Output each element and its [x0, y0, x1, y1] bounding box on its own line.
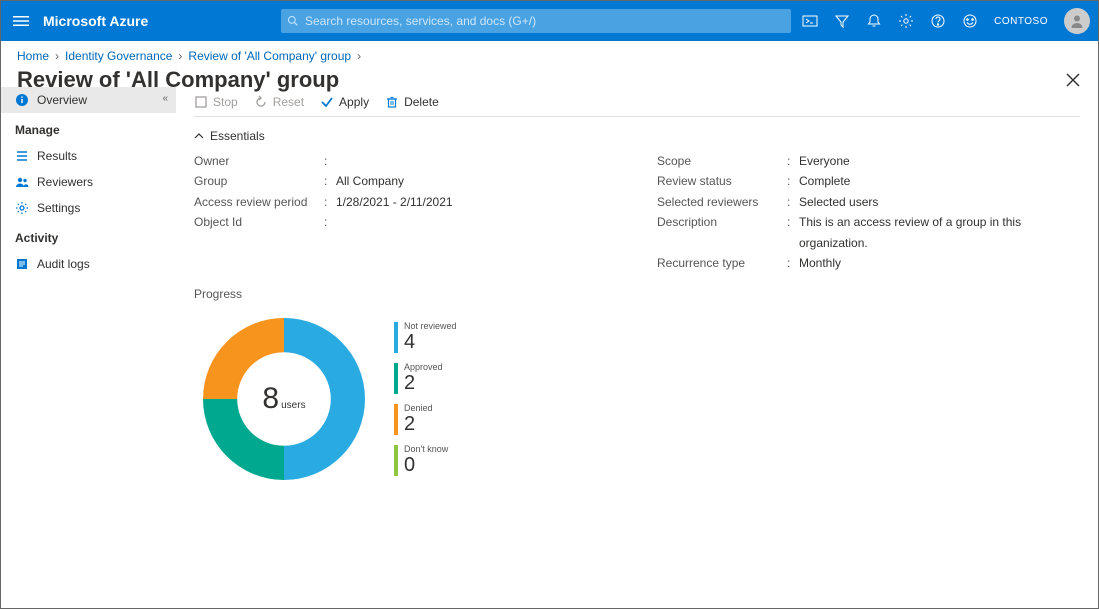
ess-rec-val: Monthly [799, 253, 1080, 273]
global-search[interactable] [281, 9, 791, 33]
ess-owner-key: Owner [194, 151, 324, 171]
legend-item: Approved2 [394, 363, 457, 394]
ess-scope-key: Scope [657, 151, 787, 171]
breadcrumb-level2[interactable]: Identity Governance [65, 49, 172, 63]
ess-desc-key: Description [657, 212, 787, 253]
button-label: Apply [339, 95, 369, 109]
legend-name: Denied [404, 404, 457, 413]
sidebar-heading-activity: Activity [1, 221, 176, 251]
progress-chart: 8 users Not reviewed4Approved2Denied2Don… [194, 309, 1080, 489]
ess-object-val [336, 212, 617, 232]
stop-button[interactable]: Stop [194, 95, 238, 109]
search-input[interactable] [305, 14, 785, 28]
top-bar: Microsoft Azure CONTOSO [1, 1, 1098, 41]
feedback-icon[interactable] [962, 13, 978, 29]
sidebar-item-label: Settings [37, 201, 80, 215]
sidebar: « Overview Manage Results Reviewers Sett… [1, 87, 176, 608]
legend-name: Approved [404, 363, 457, 372]
sidebar-heading-manage: Manage [1, 113, 176, 143]
donut-chart: 8 users [194, 309, 374, 489]
top-icons: CONTOSO [802, 1, 1090, 41]
undo-icon [254, 95, 268, 109]
legend-value: 0 [404, 454, 457, 476]
sidebar-item-reviewers[interactable]: Reviewers [1, 169, 176, 195]
close-icon[interactable] [1066, 73, 1080, 87]
gear-icon [15, 201, 29, 215]
donut-total: 8 [262, 382, 279, 416]
sidebar-item-label: Results [37, 149, 77, 163]
essentials-toggle[interactable]: Essentials [194, 125, 1080, 151]
settings-gear-icon[interactable] [898, 13, 914, 29]
collapse-sidebar-icon[interactable]: « [162, 93, 168, 104]
legend-item: Not reviewed4 [394, 322, 457, 353]
chevron-right-icon: › [55, 49, 59, 63]
people-icon [15, 175, 29, 189]
cloud-shell-icon[interactable] [802, 13, 818, 29]
breadcrumb-home[interactable]: Home [17, 49, 49, 63]
log-icon [15, 257, 29, 271]
ess-period-key: Access review period [194, 192, 324, 212]
ess-object-key: Object Id [194, 212, 324, 232]
tenant-name[interactable]: CONTOSO [994, 16, 1048, 27]
reset-button[interactable]: Reset [254, 95, 304, 109]
legend-item: Don't know0 [394, 445, 457, 476]
ess-rec-key: Recurrence type [657, 253, 787, 273]
legend: Not reviewed4Approved2Denied2Don't know0 [394, 322, 457, 476]
ess-period-val: 1/28/2021 - 2/11/2021 [336, 192, 617, 212]
sidebar-item-overview[interactable]: Overview [1, 87, 176, 113]
legend-value: 2 [404, 413, 457, 435]
notifications-icon[interactable] [866, 13, 882, 29]
donut-center: 8 users [194, 309, 374, 489]
directory-filter-icon[interactable] [834, 13, 850, 29]
donut-total-label: users [281, 400, 305, 411]
sidebar-item-settings[interactable]: Settings [1, 195, 176, 221]
list-icon [15, 149, 29, 163]
help-icon[interactable] [930, 13, 946, 29]
legend-item: Denied2 [394, 404, 457, 435]
brand[interactable]: Microsoft Azure [43, 13, 148, 29]
toolbar: Stop Reset Apply Delete [194, 87, 1080, 117]
delete-button[interactable]: Delete [385, 95, 439, 109]
progress-heading: Progress [194, 287, 1080, 301]
chevron-up-icon [194, 131, 204, 141]
ess-desc-val: This is an access review of a group in t… [799, 212, 1080, 253]
ess-group-val: All Company [336, 171, 617, 191]
ess-status-key: Review status [657, 171, 787, 191]
ess-scope-val: Everyone [799, 151, 1080, 171]
chevron-right-icon: › [357, 49, 361, 63]
ess-status-val: Complete [799, 171, 1080, 191]
ess-reviewers-key: Selected reviewers [657, 192, 787, 212]
sidebar-item-label: Reviewers [37, 175, 93, 189]
menu-icon[interactable] [1, 13, 41, 29]
avatar[interactable] [1064, 8, 1090, 34]
stop-icon [194, 95, 208, 109]
ess-group-key: Group [194, 171, 324, 191]
legend-name: Don't know [404, 445, 457, 454]
trash-icon [385, 95, 399, 109]
button-label: Delete [404, 95, 439, 109]
check-icon [320, 95, 334, 109]
ess-owner-val [336, 151, 617, 171]
chevron-right-icon: › [178, 49, 182, 63]
button-label: Stop [213, 95, 238, 109]
sidebar-item-results[interactable]: Results [1, 143, 176, 169]
apply-button[interactable]: Apply [320, 95, 369, 109]
main-content: Stop Reset Apply Delete Essentials [176, 87, 1098, 608]
info-icon [15, 93, 29, 107]
ess-reviewers-val: Selected users [799, 192, 1080, 212]
essentials: Owner: Group:All Company Access review p… [194, 151, 1080, 273]
legend-value: 4 [404, 331, 457, 353]
search-icon [287, 15, 299, 27]
sidebar-item-audit-logs[interactable]: Audit logs [1, 251, 176, 277]
essentials-heading: Essentials [210, 129, 265, 143]
sidebar-item-label: Overview [37, 93, 87, 107]
sidebar-item-label: Audit logs [37, 257, 90, 271]
breadcrumb: Home › Identity Governance › Review of '… [1, 41, 1098, 67]
breadcrumb-level3[interactable]: Review of 'All Company' group [188, 49, 351, 63]
legend-value: 2 [404, 372, 457, 394]
button-label: Reset [273, 95, 304, 109]
legend-name: Not reviewed [404, 322, 457, 331]
